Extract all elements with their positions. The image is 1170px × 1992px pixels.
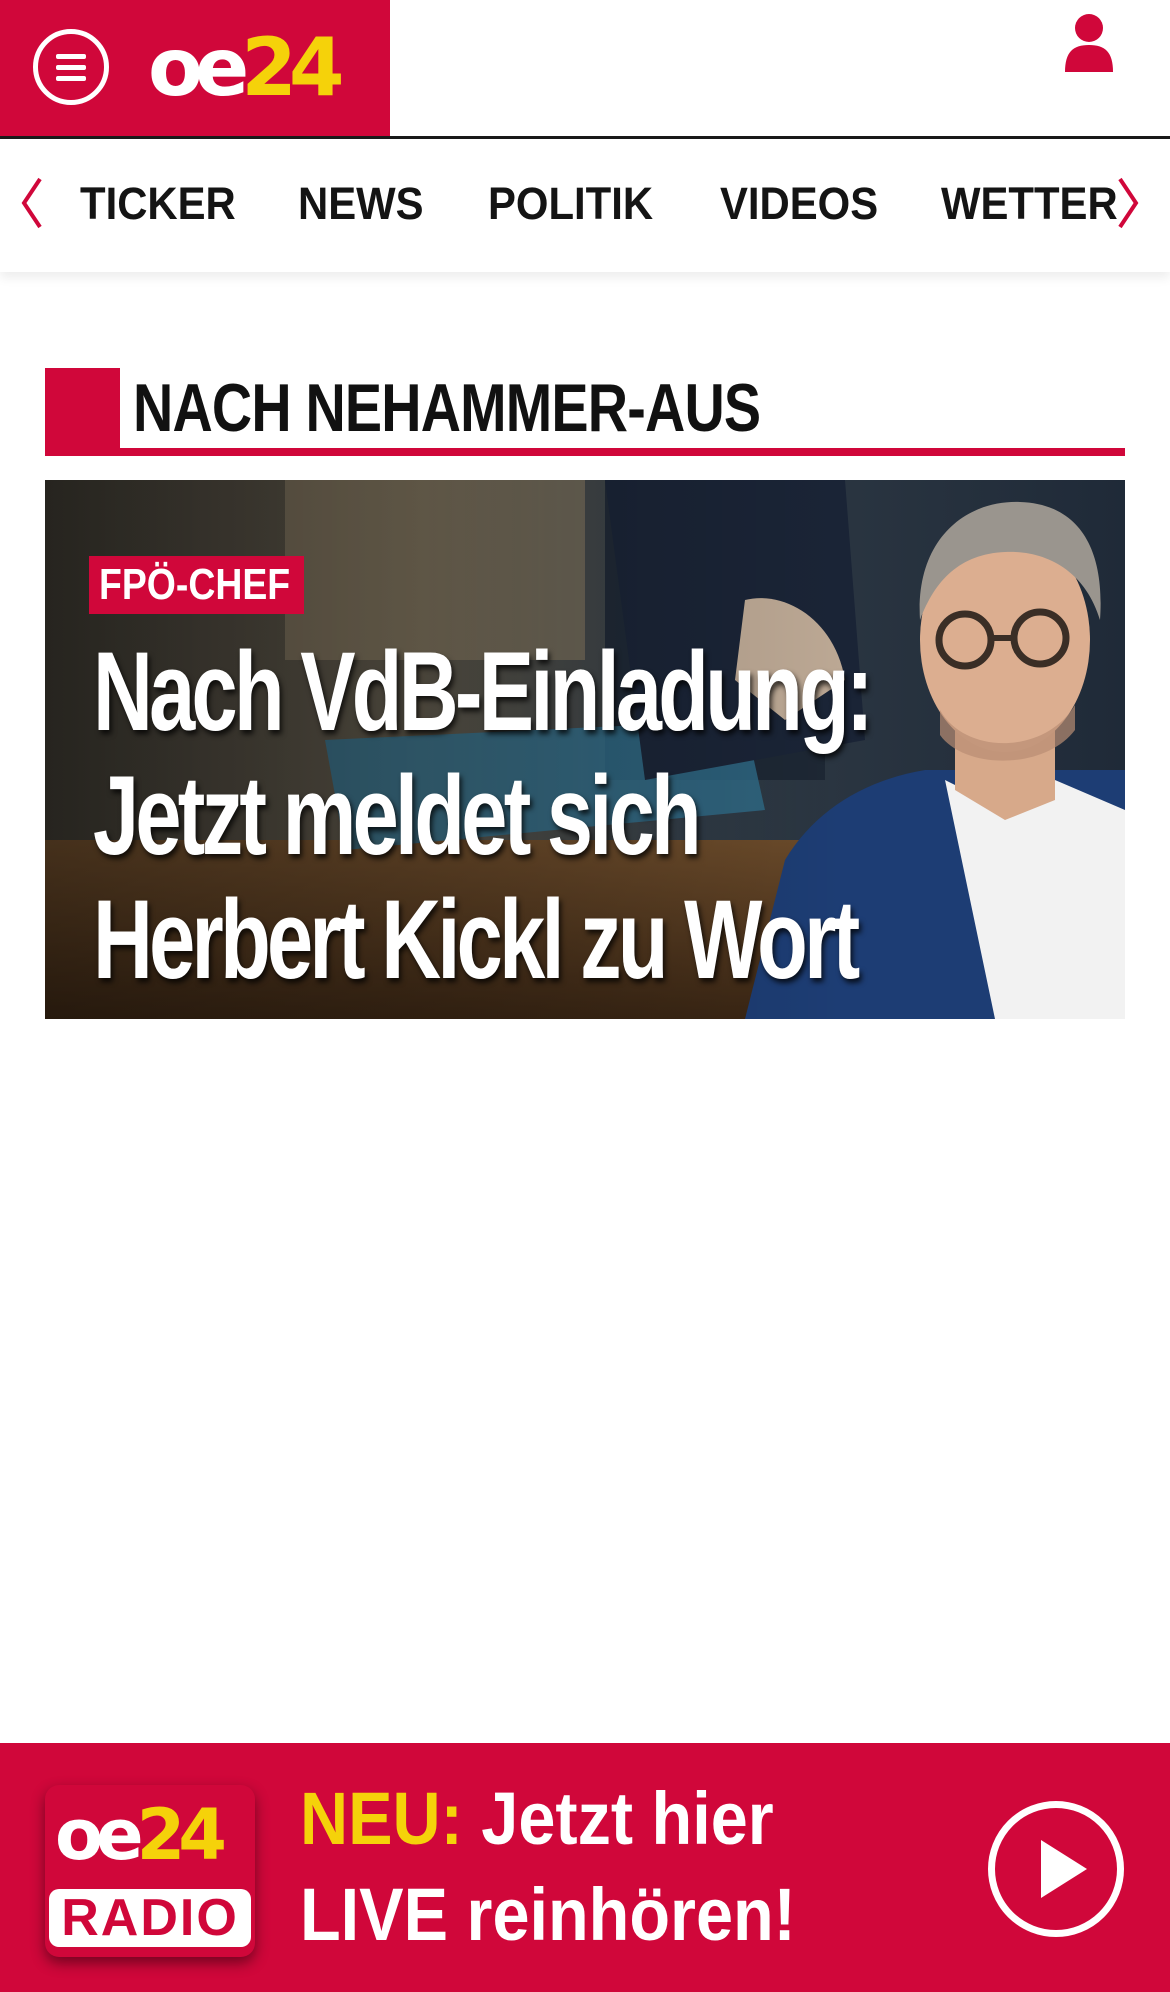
section-underline (45, 448, 1125, 456)
radio-line2: LIVE reinhören! (300, 1873, 796, 1956)
play-icon[interactable] (988, 1801, 1124, 1937)
nav-item-ticker[interactable]: TICKER (80, 175, 236, 233)
category-nav: TICKER NEWS POLITIK VIDEOS WETTER (0, 139, 1170, 272)
chevron-right-icon[interactable] (1112, 173, 1144, 233)
radio-logo: oe24 RADIO (45, 1785, 255, 1957)
logo-oe-text: oe (148, 21, 249, 114)
logo-24-text: 24 (241, 21, 344, 114)
section-title[interactable]: NACH NEHAMMER-AUS (133, 368, 761, 448)
hamburger-menu-icon[interactable] (33, 29, 109, 105)
section-header: NACH NEHAMMER-AUS (45, 368, 1125, 456)
article-teaser[interactable]: FPÖ-CHEF Nach VdB-Einladung: Jetzt melde… (45, 480, 1125, 1019)
radio-logo-24-text: 24 (136, 1794, 227, 1876)
radio-logo-oe-text: oe (55, 1794, 144, 1876)
nav-item-wetter[interactable]: WETTER (941, 175, 1118, 233)
user-icon[interactable] (1058, 12, 1120, 74)
brand-box: oe24 (0, 0, 390, 136)
teaser-headline[interactable]: Nach VdB-Einladung: Jetzt meldet sich He… (93, 630, 1093, 1002)
radio-banner-text: NEU: Jetzt hier LIVE reinhören! (300, 1771, 796, 1963)
teaser-headline-line: Jetzt meldet sich (93, 753, 702, 878)
nav-item-videos[interactable]: VIDEOS (720, 175, 878, 233)
radio-logo-label: RADIO (49, 1889, 251, 1947)
nav-item-politik[interactable]: POLITIK (488, 175, 653, 233)
section-accent-block (45, 368, 120, 456)
site-header: oe24 (0, 0, 1170, 139)
teaser-kicker: FPÖ-CHEF (99, 560, 291, 609)
radio-neu-label: NEU: (300, 1777, 463, 1860)
teaser-headline-line: Herbert Kickl zu Wort (93, 877, 860, 1002)
radio-banner[interactable]: oe24 RADIO NEU: Jetzt hier LIVE reinhöre… (0, 1743, 1170, 1992)
teaser-kicker-badge: FPÖ-CHEF (89, 556, 304, 614)
nav-item-news[interactable]: NEWS (298, 175, 424, 233)
teaser-headline-line: Nach VdB-Einladung: (93, 629, 874, 754)
chevron-left-icon[interactable] (16, 173, 48, 233)
site-logo[interactable]: oe24 (148, 20, 345, 116)
radio-line1: Jetzt hier (462, 1777, 774, 1860)
